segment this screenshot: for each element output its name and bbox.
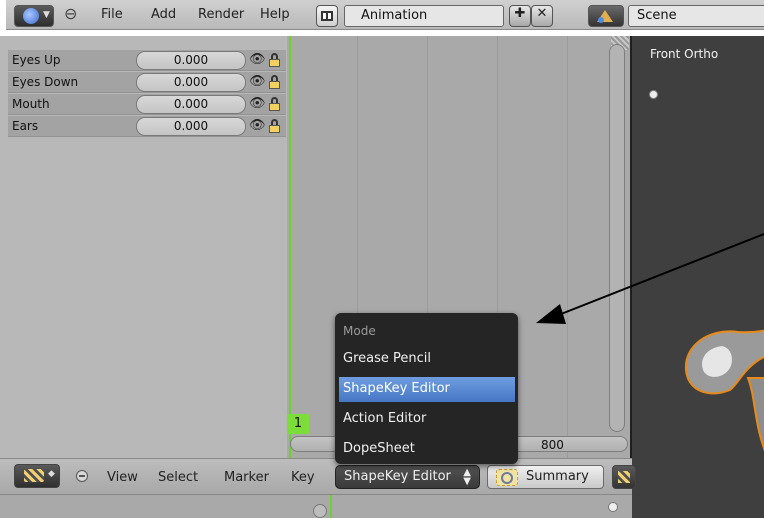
3d-viewport[interactable]: Front Ortho: [632, 36, 764, 518]
channel-name: Eyes Down: [12, 75, 79, 89]
menu-view[interactable]: View: [107, 470, 138, 485]
current-frame-line: [330, 495, 332, 518]
dopesheet-icon: [24, 469, 44, 482]
channel-name: Ears: [12, 119, 39, 133]
info-editor-icon: [23, 8, 39, 24]
shapekey-value-field[interactable]: 0.000: [136, 51, 246, 70]
dopesheet-header: ◆ View Select Marker Key ShapeKey Editor…: [0, 458, 636, 494]
mode-select-value: ShapeKey Editor: [344, 469, 451, 484]
chevron-updown-icon: ▲ ▼: [463, 467, 471, 487]
menu-render[interactable]: Render: [198, 7, 244, 22]
view-name-label: Front Ortho: [650, 47, 719, 61]
channel-name: Eyes Up: [12, 53, 61, 67]
eye-icon[interactable]: 👁: [249, 52, 266, 67]
current-frame-badge: 1: [287, 414, 309, 434]
lock-icon[interactable]: [269, 119, 280, 133]
menu-marker[interactable]: Marker: [224, 470, 269, 485]
menu-key[interactable]: Key: [291, 470, 315, 485]
menu-item-shapekey-editor[interactable]: ShapeKey Editor: [339, 377, 515, 402]
channel-row[interactable]: Mouth 0.000 👁: [8, 94, 286, 115]
vertical-scrollbar[interactable]: [609, 44, 625, 432]
channel-name: Mouth: [12, 97, 50, 111]
lock-icon[interactable]: [269, 97, 280, 111]
timeline-strip[interactable]: [0, 494, 632, 518]
3d-cursor-icon: [649, 90, 658, 99]
collapse-menus-icon[interactable]: ⊖: [64, 4, 77, 23]
summary-icon: [496, 469, 518, 486]
channel-region: Eyes Up 0.000 👁 Eyes Down 0.000 👁 Mouth …: [0, 36, 287, 458]
region-plus-icon[interactable]: [608, 502, 618, 512]
snap-button[interactable]: [612, 465, 636, 489]
screen-layout-field[interactable]: Animation: [344, 5, 504, 27]
menu-item-action-editor[interactable]: Action Editor: [339, 407, 515, 432]
mesh-object[interactable]: [678, 318, 764, 468]
shapekey-value-field[interactable]: 0.000: [136, 117, 246, 136]
menu-item-grease-pencil[interactable]: Grease Pencil: [339, 347, 515, 372]
mode-select[interactable]: ShapeKey Editor ▲ ▼: [335, 465, 480, 489]
shapekey-value-field[interactable]: 0.000: [136, 73, 246, 92]
screen-layout-icon[interactable]: [316, 5, 338, 27]
chevron-down-icon: ▼: [43, 10, 50, 20]
menu-add[interactable]: Add: [151, 7, 176, 22]
grid-line: [567, 36, 568, 458]
channel-row[interactable]: Eyes Up 0.000 👁: [8, 50, 286, 71]
scene-cone-icon: [597, 10, 613, 23]
summary-toggle[interactable]: Summary: [487, 465, 604, 489]
remove-layout-button[interactable]: ✕: [531, 5, 553, 27]
editor-type-button[interactable]: ◆: [14, 464, 60, 488]
mode-menu-title: Mode: [343, 324, 376, 338]
menu-help[interactable]: Help: [260, 7, 290, 22]
eye-icon[interactable]: 👁: [249, 74, 266, 89]
eye-icon[interactable]: 👁: [249, 118, 266, 133]
lock-icon[interactable]: [269, 75, 280, 89]
channel-row[interactable]: Ears 0.000 👁: [8, 116, 286, 137]
lock-icon[interactable]: [269, 53, 280, 67]
region-expand-icon[interactable]: [313, 504, 327, 518]
current-frame-line[interactable]: [289, 36, 291, 458]
frame-tick-label: 800: [541, 438, 564, 452]
shapekey-value-field[interactable]: 0.000: [136, 95, 246, 114]
info-header: ▼ ⊖ File Add Render Help Animation ✚ ✕ S…: [0, 0, 764, 36]
summary-label: Summary: [526, 469, 589, 484]
menu-select[interactable]: Select: [158, 470, 198, 485]
menu-item-dopesheet[interactable]: DopeSheet: [339, 437, 515, 462]
eye-icon[interactable]: 👁: [249, 96, 266, 111]
menu-file[interactable]: File: [101, 7, 123, 22]
add-layout-button[interactable]: ✚: [509, 5, 531, 27]
editor-type-button[interactable]: ▼: [14, 5, 54, 27]
channel-row[interactable]: Eyes Down 0.000 👁: [8, 72, 286, 93]
mode-dropdown-menu: Mode Grease Pencil ShapeKey Editor Actio…: [335, 313, 518, 464]
scene-icon[interactable]: [588, 5, 624, 27]
scene-field[interactable]: Scene: [628, 5, 764, 27]
collapse-menus-icon[interactable]: [76, 470, 88, 482]
layout-grid-icon: [321, 11, 333, 21]
chevron-updown-icon: ◆: [48, 469, 55, 479]
